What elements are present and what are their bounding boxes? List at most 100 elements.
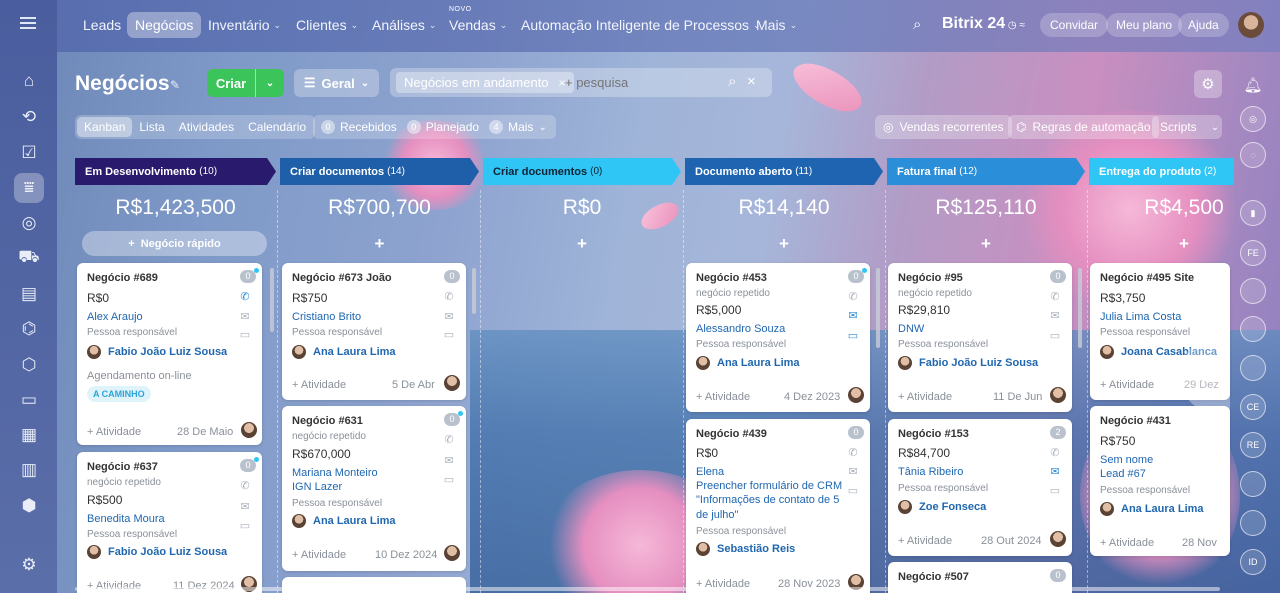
automation-rules-button[interactable]: ⌬ Regras de automação	[1008, 115, 1159, 139]
stage-header[interactable]: Fatura final (12)	[887, 158, 1085, 185]
drive-icon[interactable]: ▭	[14, 385, 44, 415]
add-activity-link[interactable]: + Atividade	[898, 391, 952, 403]
nav-automation[interactable]: Automação Inteligente de Processos ⌄	[513, 12, 769, 38]
add-activity-link[interactable]: + Atividade	[1100, 379, 1154, 391]
user-avatar[interactable]	[1238, 12, 1264, 38]
mail-icon[interactable]: ✉	[442, 455, 456, 467]
feed-icon[interactable]: ⟲	[14, 102, 44, 132]
responsible-person[interactable]: Fabio João Luiz Sousa	[87, 345, 227, 359]
add-activity-link[interactable]: + Atividade	[87, 426, 141, 438]
stage-header[interactable]: Em Desenvolvimento (10)	[75, 158, 276, 185]
chat-icon[interactable]: ◌	[1240, 142, 1266, 168]
nav-clients[interactable]: Clientes ⌄	[288, 12, 366, 38]
responsible-person[interactable]: Ana Laura Lima	[292, 514, 396, 528]
deal-card[interactable]: Negócio #431 R$750 Sem nome Lead #67 Pes…	[1090, 406, 1230, 556]
mail-icon[interactable]: ✉	[846, 310, 860, 322]
nav-sales[interactable]: Vendas ⌄	[441, 12, 515, 38]
responsible-person[interactable]: Zoe Fonseca	[898, 500, 986, 514]
marketing-icon[interactable]: ◎	[14, 208, 44, 238]
robot-icon[interactable]: ⌬	[14, 314, 44, 344]
mail-icon[interactable]: ✉	[442, 311, 456, 323]
box-icon[interactable]: ⬡	[14, 350, 44, 380]
quick-deal-button[interactable]: + Negócio rápido	[82, 231, 267, 256]
filter-search-box[interactable]: Negócios em andamento × ⌕ ×	[390, 68, 772, 97]
chat-icon[interactable]: ▭	[238, 329, 252, 341]
phone-icon[interactable]: ✆	[442, 434, 456, 446]
phone-icon[interactable]: ✆	[846, 447, 860, 459]
gear-icon[interactable]: ⚙	[1194, 70, 1222, 98]
phone-icon[interactable]: ✆	[1048, 447, 1062, 459]
mail-icon[interactable]: ✉	[846, 466, 860, 478]
mail-icon[interactable]: ✉	[238, 311, 252, 323]
view-calendar[interactable]: Calendário	[241, 117, 313, 137]
analytics-icon[interactable]: ▥	[14, 455, 44, 485]
menu-icon[interactable]	[20, 17, 36, 29]
deal-card[interactable]: Negócio #689 0 R$0 ✆ Alex Araujo ✉ Pesso…	[77, 263, 262, 445]
add-activity-link[interactable]: + Atividade	[696, 391, 750, 403]
deal-card[interactable]: Negócio #453 0 negócio repetido ✆ R$5,00…	[686, 263, 870, 412]
phone-icon[interactable]: ✆	[846, 291, 860, 303]
add-deal-button[interactable]: +	[887, 234, 1085, 254]
rail-avatar-ce[interactable]: CE	[1240, 394, 1266, 420]
mail-icon[interactable]: ✉	[1048, 466, 1062, 478]
view-list[interactable]: Lista	[132, 117, 171, 137]
contacts-icon[interactable]: ▤	[14, 279, 44, 309]
counter-planned[interactable]: 0 Planejado	[406, 120, 479, 134]
nav-more[interactable]: Mais ⌄	[748, 12, 805, 38]
chat-icon[interactable]: ▭	[442, 474, 456, 486]
nav-inventory[interactable]: Inventário ⌄	[200, 12, 289, 38]
nav-deals[interactable]: Negócios	[127, 12, 202, 38]
rail-avatar[interactable]	[1240, 278, 1266, 304]
view-kanban[interactable]: Kanban	[77, 117, 133, 137]
responsible-person[interactable]: Ana Laura Lima	[696, 356, 800, 370]
mail-icon[interactable]: ✉	[238, 501, 252, 513]
crm-icon[interactable]: ⩸	[14, 173, 44, 203]
scrollbar[interactable]	[472, 268, 476, 314]
phone-icon[interactable]: ✆	[238, 291, 252, 303]
deal-card[interactable]: Negócio #637 0 negócio repetido ✆ R$500 …	[77, 452, 262, 593]
deal-card[interactable]: Negócio #95 0 negócio repetido ✆ R$29,81…	[888, 263, 1072, 412]
counter-received[interactable]: 0 Recebidos	[321, 120, 397, 134]
add-deal-button[interactable]: +	[483, 234, 681, 254]
phone-icon[interactable]: ✆	[1048, 291, 1062, 303]
phone-icon[interactable]: ✆	[238, 480, 252, 492]
search-input[interactable]	[565, 75, 715, 90]
nav-analytics[interactable]: Análises ⌄	[364, 12, 444, 38]
add-deal-button[interactable]: +	[685, 234, 883, 254]
settings-icon[interactable]: ⚙	[14, 550, 44, 580]
phone-icon[interactable]: ✆	[442, 291, 456, 303]
mail-icon[interactable]: ✉	[1048, 310, 1062, 322]
bell-icon[interactable]: 🔔︎	[1240, 72, 1266, 98]
rail-avatar[interactable]	[1240, 355, 1266, 381]
rail-avatar[interactable]	[1240, 316, 1266, 342]
add-activity-link[interactable]: + Atividade	[292, 549, 346, 561]
clear-icon[interactable]: ×	[747, 73, 756, 90]
add-deal-button[interactable]: +	[280, 234, 479, 254]
chat-icon[interactable]: ▭	[1048, 485, 1062, 497]
hexagon-icon[interactable]: ⬢	[14, 491, 44, 521]
search-icon[interactable]: ⌕	[913, 16, 921, 33]
scrollbar[interactable]	[876, 268, 880, 348]
pipeline-selector[interactable]: ☰ Geral ⌄	[294, 69, 379, 97]
nav-leads[interactable]: Leads	[75, 12, 129, 38]
create-button[interactable]: Criar ⌄	[207, 69, 284, 97]
add-activity-link[interactable]: + Atividade	[1100, 537, 1154, 549]
home-icon[interactable]: ⌂	[14, 66, 44, 96]
scrollbar[interactable]	[270, 268, 274, 332]
rail-avatar[interactable]	[1240, 510, 1266, 536]
deal-card[interactable]: Negócio #439 0 R$0 ✆ Elena ✉ Preencher f…	[686, 419, 870, 593]
scrollbar[interactable]	[1078, 268, 1082, 348]
responsible-person[interactable]: Sebastião Reis	[696, 542, 795, 556]
pin-icon[interactable]: ✎	[170, 78, 180, 92]
filter-chip[interactable]: Negócios em andamento ×	[396, 72, 574, 93]
deal-card[interactable]: Negócio #673 João 0 R$750 ✆ Cristiano Br…	[282, 263, 466, 400]
my-plan-button[interactable]: Meu plano	[1106, 13, 1183, 37]
rail-avatar-re[interactable]: RE	[1240, 432, 1266, 458]
stage-header[interactable]: Criar documentos (14)	[280, 158, 479, 185]
chat-icon[interactable]: ▭	[846, 485, 860, 497]
responsible-person[interactable]: Fabio João Luiz Sousa	[87, 545, 227, 559]
invite-button[interactable]: Convidar	[1040, 13, 1109, 37]
add-activity-link[interactable]: + Atividade	[898, 535, 952, 547]
chat-icon[interactable]: ▭	[442, 329, 456, 341]
responsible-person[interactable]: Ana Laura Lima	[1100, 502, 1204, 516]
